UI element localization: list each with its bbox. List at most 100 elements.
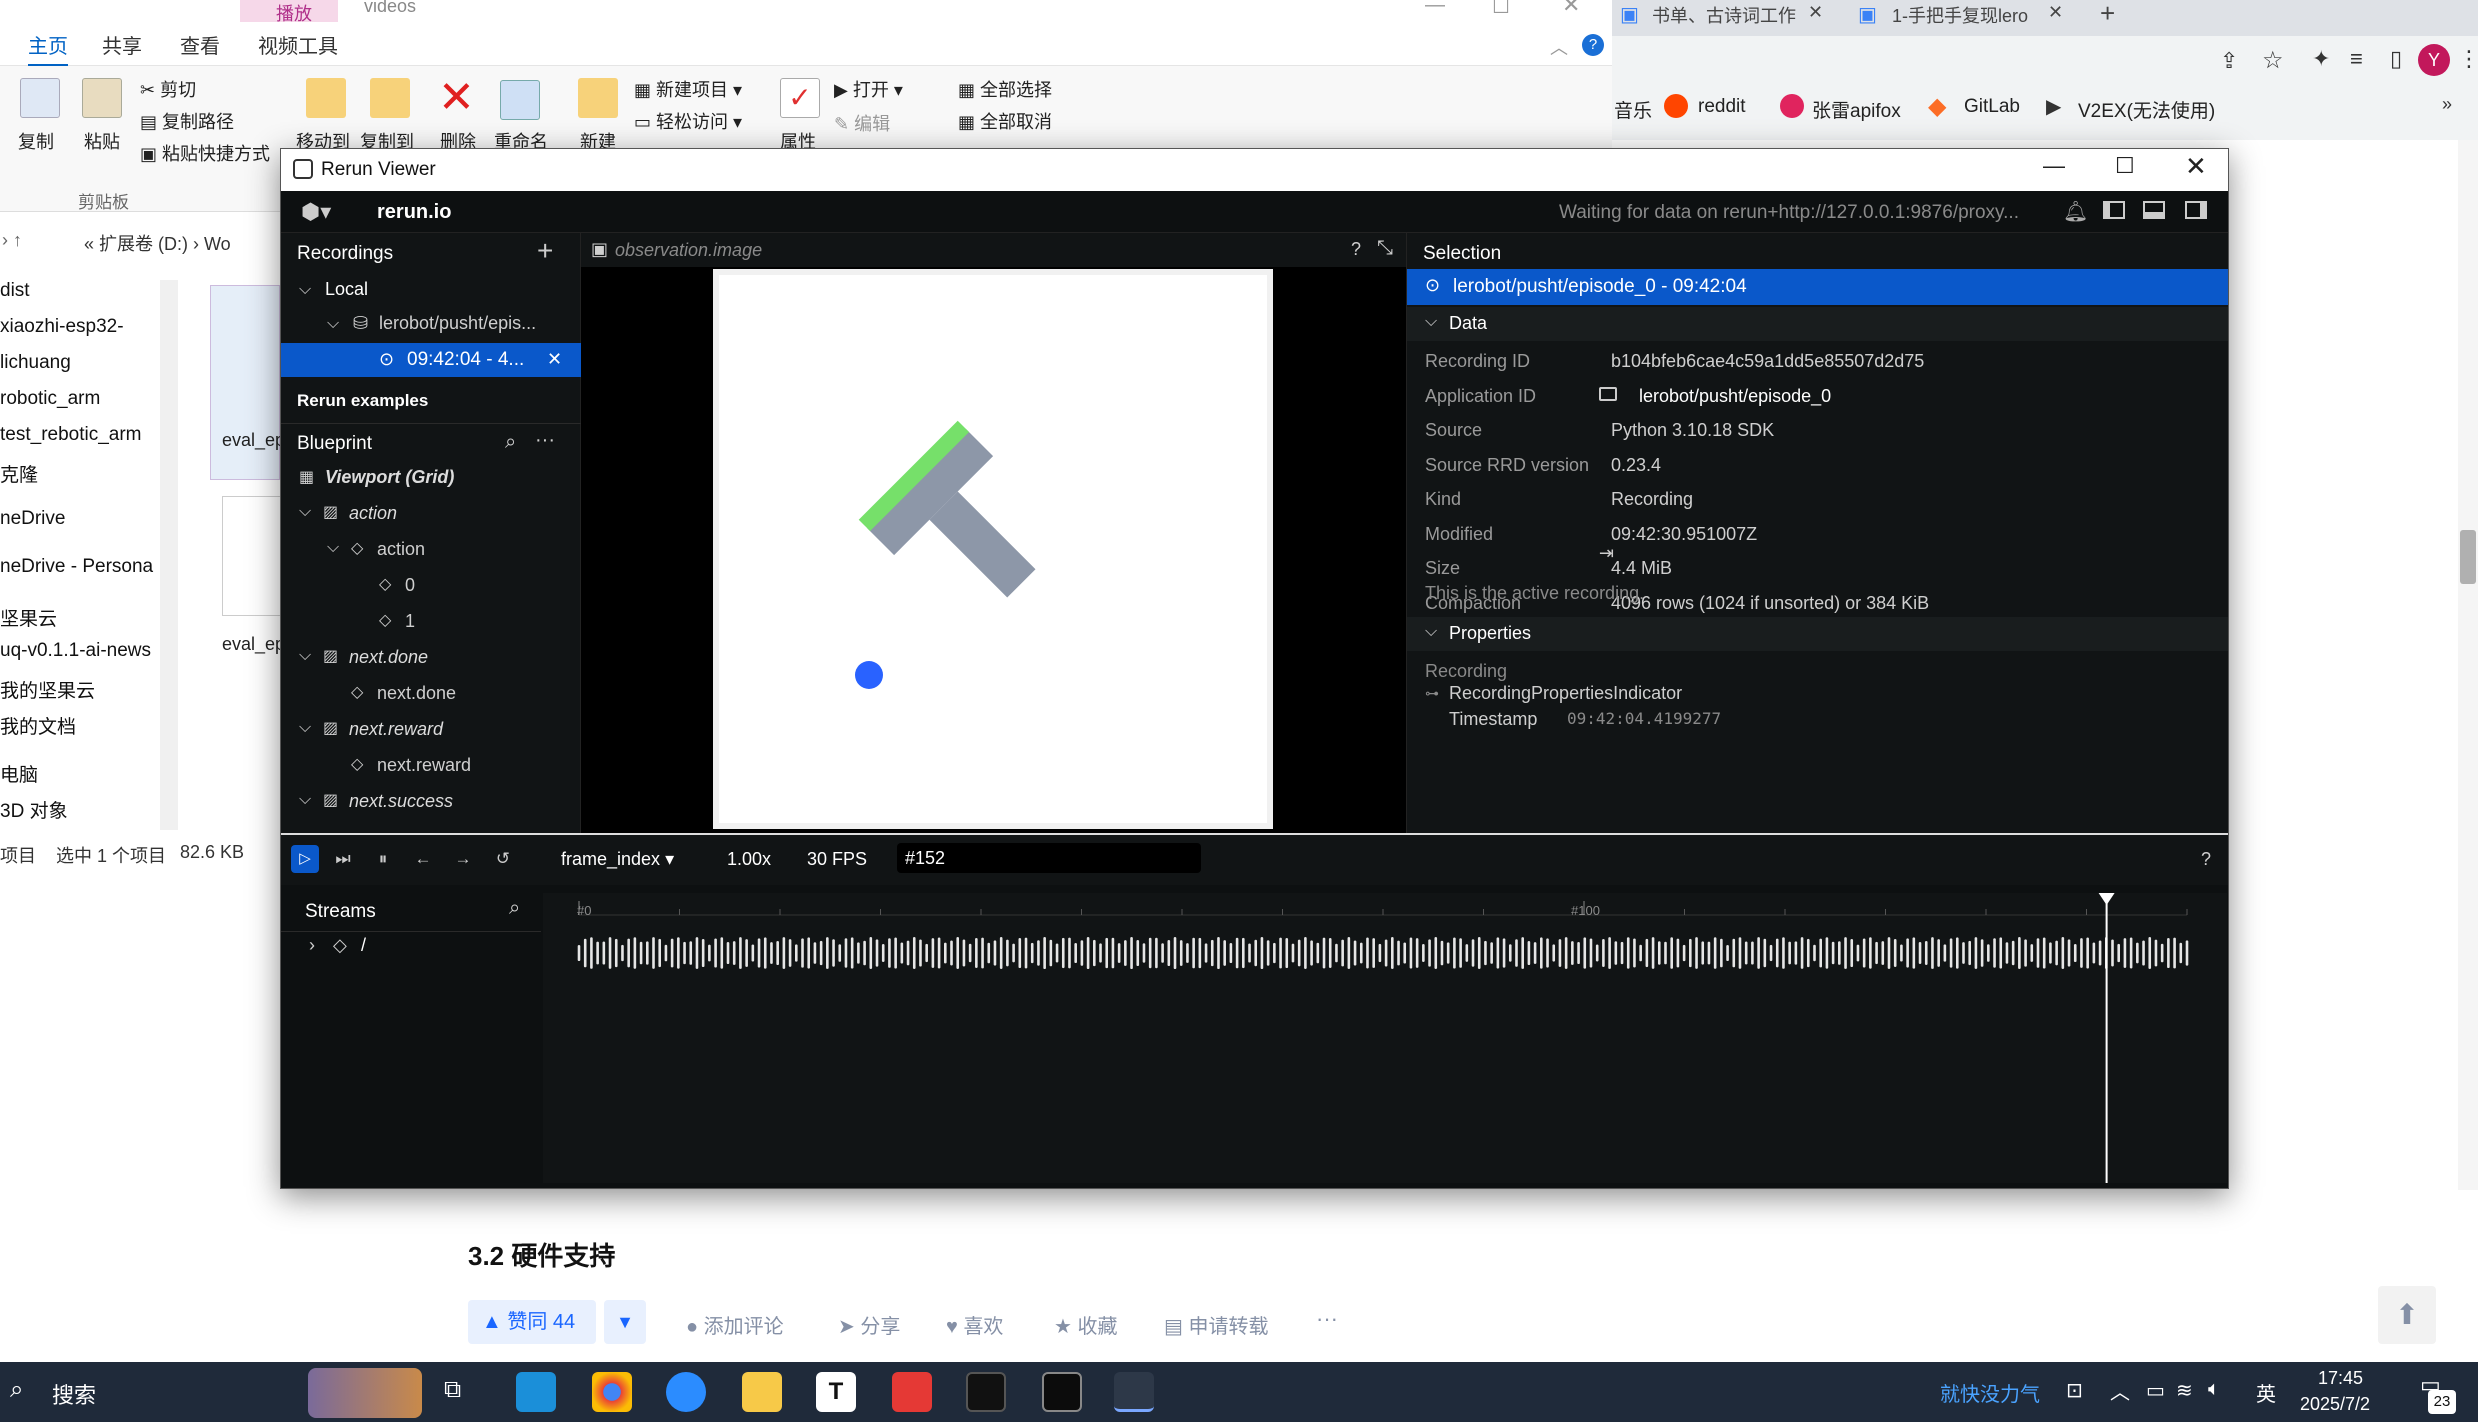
search-icon[interactable]: ⌕ [10,1376,23,1404]
tab-share[interactable]: 共享 [102,30,142,59]
bookmarks-more-icon[interactable]: » [2442,94,2452,115]
ime-indicator[interactable]: 英 [2256,1378,2276,1407]
tab-view[interactable]: 查看 [180,30,220,59]
blueprint-item[interactable]: ⌵ ▨ next.success [281,785,581,819]
taskbar-search-label[interactable]: 搜索 [52,1378,96,1410]
nav-item[interactable]: 3D 对象 [0,796,68,823]
blueprint-item[interactable]: ▦ Viewport (Grid) [281,461,581,495]
timeline-help-icon[interactable]: ? [2201,849,2211,870]
scrollbar-thumb[interactable] [2460,530,2476,584]
tray-chevron-icon[interactable]: ︿ [2110,1376,2130,1405]
edge-icon[interactable] [516,1372,556,1412]
close-icon[interactable]: ✕ [1562,0,1580,18]
nav-item[interactable]: test_rebotic_arm [0,424,142,446]
timeline-selector[interactable]: frame_index ▾ [561,849,674,870]
loop-button[interactable]: ↺ [489,845,517,873]
blueprint-item[interactable]: ◇ 1 [281,605,581,639]
toggle-right-panel-icon[interactable] [2185,201,2207,219]
select-all-button[interactable]: ▦ 全部选择 [958,76,1052,102]
rerun-menu-icon[interactable]: ⬢▾ [301,199,331,225]
properties-section-header[interactable]: ⌵ Properties [1407,617,2228,651]
bookmark-item[interactable]: V2EX(无法使用) [2078,96,2215,123]
nav-item[interactable]: dist [0,280,30,302]
maximize-icon[interactable]: ☐ [2115,153,2135,179]
observation-image[interactable] [713,269,1273,829]
address-bar[interactable]: › ↑ « 扩展卷 (D:) › Wo [0,226,280,262]
field-value[interactable]: lerobot/pusht/episode_0 [1639,386,1831,407]
search-icon[interactable]: ⌕ [509,897,520,920]
app-dark-icon[interactable] [966,1372,1006,1412]
tab-close-icon[interactable]: ✕ [1808,2,1823,23]
field-value[interactable]: Recording [1611,489,1693,510]
volume-icon[interactable]: 🔈︎ [2208,1378,2220,1401]
chevron-down-icon[interactable]: ⌵ [299,503,311,521]
nav-item[interactable]: xiaozhi-esp32- [0,316,124,338]
chevron-down-icon[interactable]: ⌵ [299,791,311,809]
clock-date[interactable]: 2025/7/2 [2300,1394,2370,1415]
maximize-icon[interactable]: ☐ [1492,0,1510,19]
chevron-right-icon[interactable]: › [309,935,315,956]
nav-scrollbar[interactable] [160,280,178,830]
like-button[interactable]: ♥ 喜欢 [946,1310,1003,1339]
tab-video-tools[interactable]: 视频工具 [258,30,338,59]
tray-app-icon[interactable]: ⊡ [2066,1378,2083,1403]
blueprint-item[interactable]: ⌵ ▨ next.reward [281,713,581,747]
close-icon[interactable]: ✕ [2185,151,2207,182]
toggle-left-panel-icon[interactable] [2103,201,2125,219]
collect-button[interactable]: ★ 收藏 [1054,1310,1118,1339]
typora-icon[interactable]: T [816,1372,856,1412]
file-explorer-icon[interactable] [742,1372,782,1412]
nav-item[interactable]: robotic_arm [0,388,100,410]
upvote-button[interactable]: ▲ 赞同 44 [468,1300,596,1344]
reprint-button[interactable]: ▤ 申请转载 [1164,1310,1268,1339]
add-recording-icon[interactable]: + [537,235,553,267]
app-id-label[interactable]: lerobot/pusht/epis... [379,313,536,334]
tab-home[interactable]: 主页 [28,30,68,67]
close-recording-icon[interactable]: ✕ [547,349,562,370]
collapse-view-icon[interactable]: ⤡ [1377,237,1393,260]
nav-item[interactable]: lichuang [0,352,71,374]
selected-item-row[interactable]: ⊙ lerobot/pusht/episode_0 - 09:42:04 [1407,269,2228,305]
browser-tab[interactable]: 1-手把手复现lero [1892,2,2028,32]
bookmark-item[interactable]: GitLab [1964,96,2020,118]
nav-item[interactable]: 坚果云 [0,604,57,631]
wifi-icon[interactable]: ≋ [2176,1378,2193,1403]
more-options-icon[interactable]: ··· [535,429,555,452]
nav-item[interactable]: uq-v0.1.1-ai-news [0,640,151,662]
task-view-icon[interactable]: ⧉ [444,1376,461,1404]
file-thumbnail[interactable] [222,496,282,616]
open-button[interactable]: ▶ 打开 ▾ [834,76,903,102]
browser-scrollbar[interactable] [2458,140,2478,1362]
paste-shortcut-button[interactable]: ▣ 粘贴快捷方式 [140,140,270,166]
copy-button[interactable]: 复制 [18,128,54,154]
new-item-button[interactable]: ▦ 新建项目 ▾ [634,76,742,102]
view-help-icon[interactable]: ? [1351,239,1361,260]
more-icon[interactable]: ··· [1316,1306,1338,1332]
field-value[interactable]: 4.4 MiB [1611,558,1672,579]
view-title[interactable]: observation.image [615,240,762,261]
share-icon[interactable]: ⇪ [2220,48,2238,74]
clock-time[interactable]: 17:45 [2318,1368,2363,1389]
step-back-button[interactable]: ← [409,845,437,873]
browser-tab[interactable]: 书单、古诗词工作 [1652,2,1796,32]
paste-button[interactable]: 粘贴 [84,128,120,154]
comment-button[interactable]: ● 添加评论 [686,1310,784,1339]
playlist-icon[interactable]: ≡ [2350,46,2363,72]
menu-icon[interactable]: ⋮ [2458,46,2478,72]
follow-button[interactable]: ⏭ [329,845,357,873]
extensions-icon[interactable]: ✦ [2312,46,2330,72]
minimize-icon[interactable]: — [2043,153,2065,179]
nav-item[interactable]: 克隆 [0,460,38,487]
search-icon[interactable]: ⌕ [505,431,516,454]
bookmark-item[interactable]: 音乐 [1614,96,1652,123]
time-track[interactable]: #0 #100 [563,893,2227,1183]
recording-row-selected[interactable]: ⊙ 09:42:04 - 4... ✕ [281,343,581,377]
speed-selector[interactable]: 1.00x [727,849,771,870]
nav-item[interactable]: 我的坚果云 [0,676,95,703]
edit-button[interactable]: ✎ 编辑 [834,110,890,136]
chevron-down-icon[interactable]: ⌵ [327,315,339,333]
stream-root-label[interactable]: / [361,935,366,956]
app-red-icon[interactable] [892,1372,932,1412]
nav-back-icon[interactable]: › ↑ [2,230,22,251]
context-tab-label[interactable]: 播放 [276,0,312,26]
